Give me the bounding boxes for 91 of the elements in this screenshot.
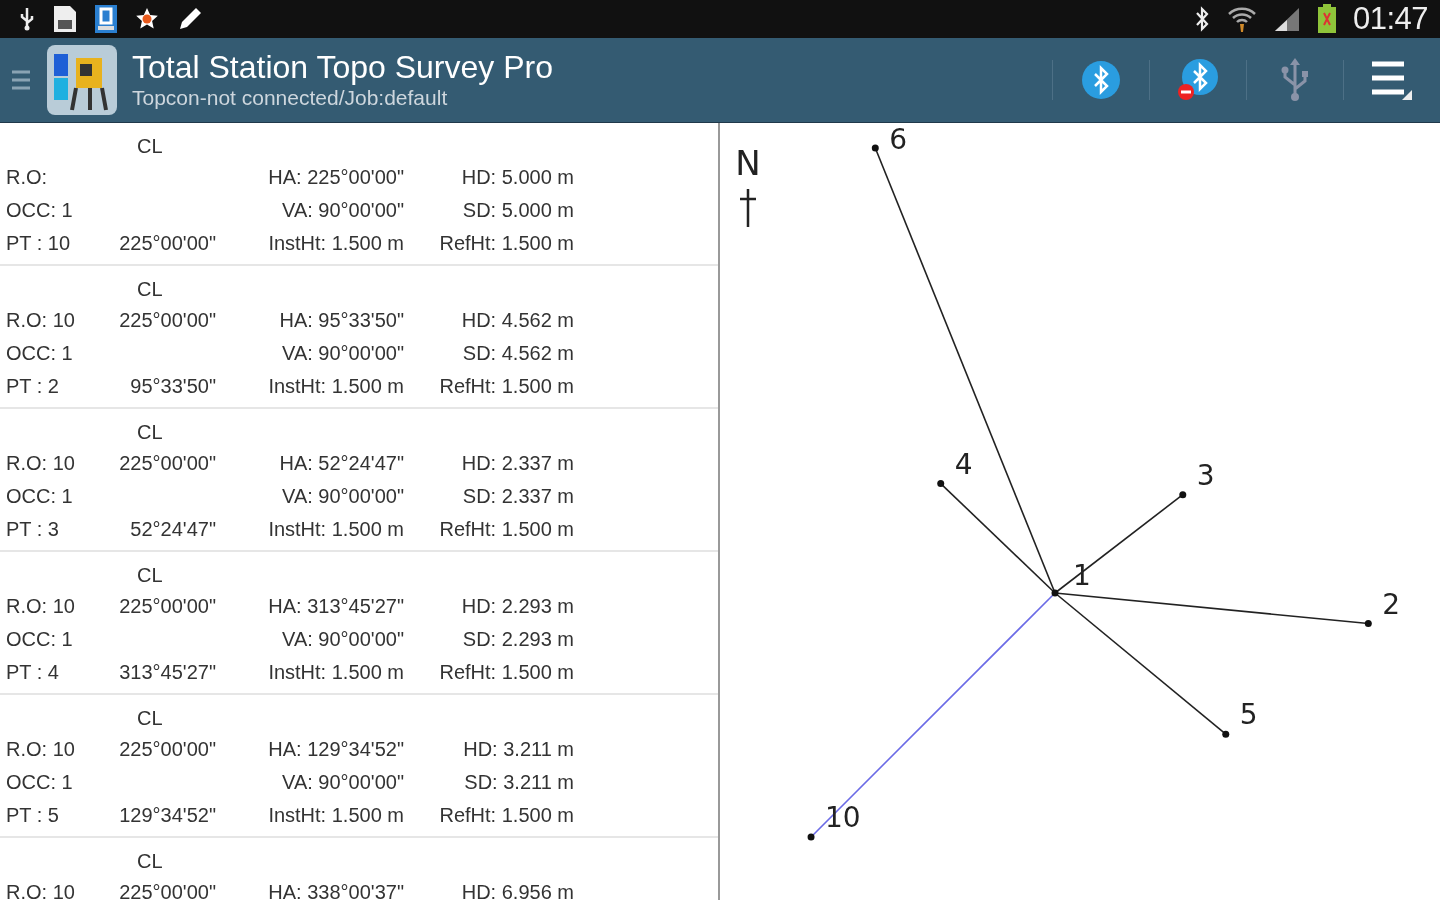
battery-icon	[1316, 4, 1337, 34]
record-field: VA: 90°00'00"	[282, 342, 404, 364]
clock-time: 01:47	[1352, 1, 1428, 37]
usb-icon	[18, 7, 36, 31]
connection-status: Topcon-not connected/Job:default	[132, 85, 449, 111]
point-label: 4	[954, 447, 973, 481]
record-field: R.O: 10	[6, 595, 75, 617]
point-marker	[1364, 620, 1372, 627]
record-angle: 225°00'00"	[119, 309, 216, 331]
record-field: PT : 3	[6, 518, 59, 540]
record-title: CL	[137, 135, 163, 157]
record-field: HA: 129°34'52"	[268, 738, 404, 760]
record-field: OCC: 1	[6, 199, 73, 221]
app-title: Total Station Topo Survey Pro	[132, 49, 553, 85]
record-title: CL	[137, 564, 163, 586]
north-label: N	[735, 143, 761, 183]
overflow-menu-icon[interactable]	[1370, 60, 1414, 100]
record-angle: 225°00'00"	[119, 881, 216, 900]
record-field: HA: 313°45'27"	[268, 595, 404, 617]
point-marker	[937, 480, 945, 488]
point-label: 3	[1196, 458, 1215, 492]
record-angle: 95°33'50"	[130, 375, 216, 397]
record-field: PT : 5	[6, 804, 59, 826]
record-field: SD: 2.337 m	[462, 485, 574, 507]
record-title: CL	[137, 707, 163, 729]
record-field: OCC: 1	[6, 485, 73, 507]
record-field: R.O:	[6, 166, 48, 188]
record-field: HD: 6.956 m	[461, 881, 574, 900]
record-angle: 129°34'52"	[119, 804, 216, 826]
record-field: VA: 90°00'00"	[282, 771, 404, 793]
record-field: HA: 338°00'37"	[268, 881, 404, 900]
record-field: SD: 4.562 m	[462, 342, 574, 364]
record-title: CL	[137, 850, 163, 872]
point-label: 2	[1382, 587, 1401, 621]
record-title: CL	[137, 278, 163, 300]
record-field: InstHt: 1.500 m	[268, 232, 404, 254]
record-field: HA: 52°24'47"	[279, 452, 404, 474]
record-field: PT : 4	[6, 661, 59, 683]
record-field: HD: 2.337 m	[461, 452, 574, 474]
record-field: HD: 5.000 m	[461, 166, 574, 188]
north-arrow-icon	[738, 187, 758, 229]
record-field: HA: 95°33'50"	[279, 309, 404, 331]
record-field: VA: 90°00'00"	[282, 628, 404, 650]
record-field: SD: 3.211 m	[464, 771, 574, 793]
record-field: HA: 225°00'00"	[268, 166, 404, 188]
record-angle: 225°00'00"	[119, 738, 216, 760]
record-field: PT : 2	[6, 375, 59, 397]
record-field: RefHt: 1.500 m	[439, 661, 574, 683]
record-field: RefHt: 1.500 m	[439, 232, 574, 254]
menu-icon[interactable]	[12, 69, 30, 91]
record-field: SD: 2.293 m	[462, 628, 574, 650]
wifi-icon	[1226, 5, 1257, 33]
record-field: RefHt: 1.500 m	[439, 518, 574, 540]
record-field: InstHt: 1.500 m	[268, 804, 404, 826]
point-marker	[871, 144, 879, 152]
record-field: OCC: 1	[6, 342, 73, 364]
record-field: OCC: 1	[6, 771, 73, 793]
record-field: VA: 90°00'00"	[282, 485, 404, 507]
record-angle: 313°45'27"	[119, 661, 216, 683]
point-label: 5	[1239, 698, 1258, 732]
record-angle: 52°24'47"	[130, 518, 216, 540]
record-field: RefHt: 1.500 m	[439, 375, 574, 397]
record-field: RefHt: 1.500 m	[439, 804, 574, 826]
record-field: R.O: 10	[6, 309, 75, 331]
record-title: CL	[137, 421, 163, 443]
record-field: HD: 2.293 m	[461, 595, 574, 617]
record-field: R.O: 10	[6, 881, 75, 900]
point-label: 10	[825, 800, 861, 834]
station-marker	[1051, 589, 1059, 597]
sd-card-icon	[52, 4, 78, 34]
record-field: HD: 3.211 m	[463, 738, 574, 760]
record-field: InstHt: 1.500 m	[268, 375, 404, 397]
point-label: 6	[889, 123, 908, 156]
record-field: VA: 90°00'00"	[282, 199, 404, 221]
record-field: InstHt: 1.500 m	[268, 661, 404, 683]
record-field: PT : 10	[6, 232, 71, 254]
bluetooth-icon[interactable]	[1081, 60, 1121, 100]
point-marker	[1179, 491, 1187, 499]
record-field: HD: 4.562 m	[461, 309, 574, 331]
document-icon	[94, 4, 118, 34]
record-field: R.O: 10	[6, 738, 75, 760]
point-marker	[1222, 730, 1230, 738]
record-angle: 225°00'00"	[119, 452, 216, 474]
record-angle: 225°00'00"	[119, 232, 216, 254]
record-field: SD: 5.000 m	[462, 199, 574, 221]
app-logo-icon[interactable]	[46, 44, 118, 116]
point-marker	[807, 833, 815, 841]
record-field: OCC: 1	[6, 628, 73, 650]
record-field: R.O: 10	[6, 452, 75, 474]
record-angle: 225°00'00"	[119, 595, 216, 617]
record-field: InstHt: 1.500 m	[268, 518, 404, 540]
